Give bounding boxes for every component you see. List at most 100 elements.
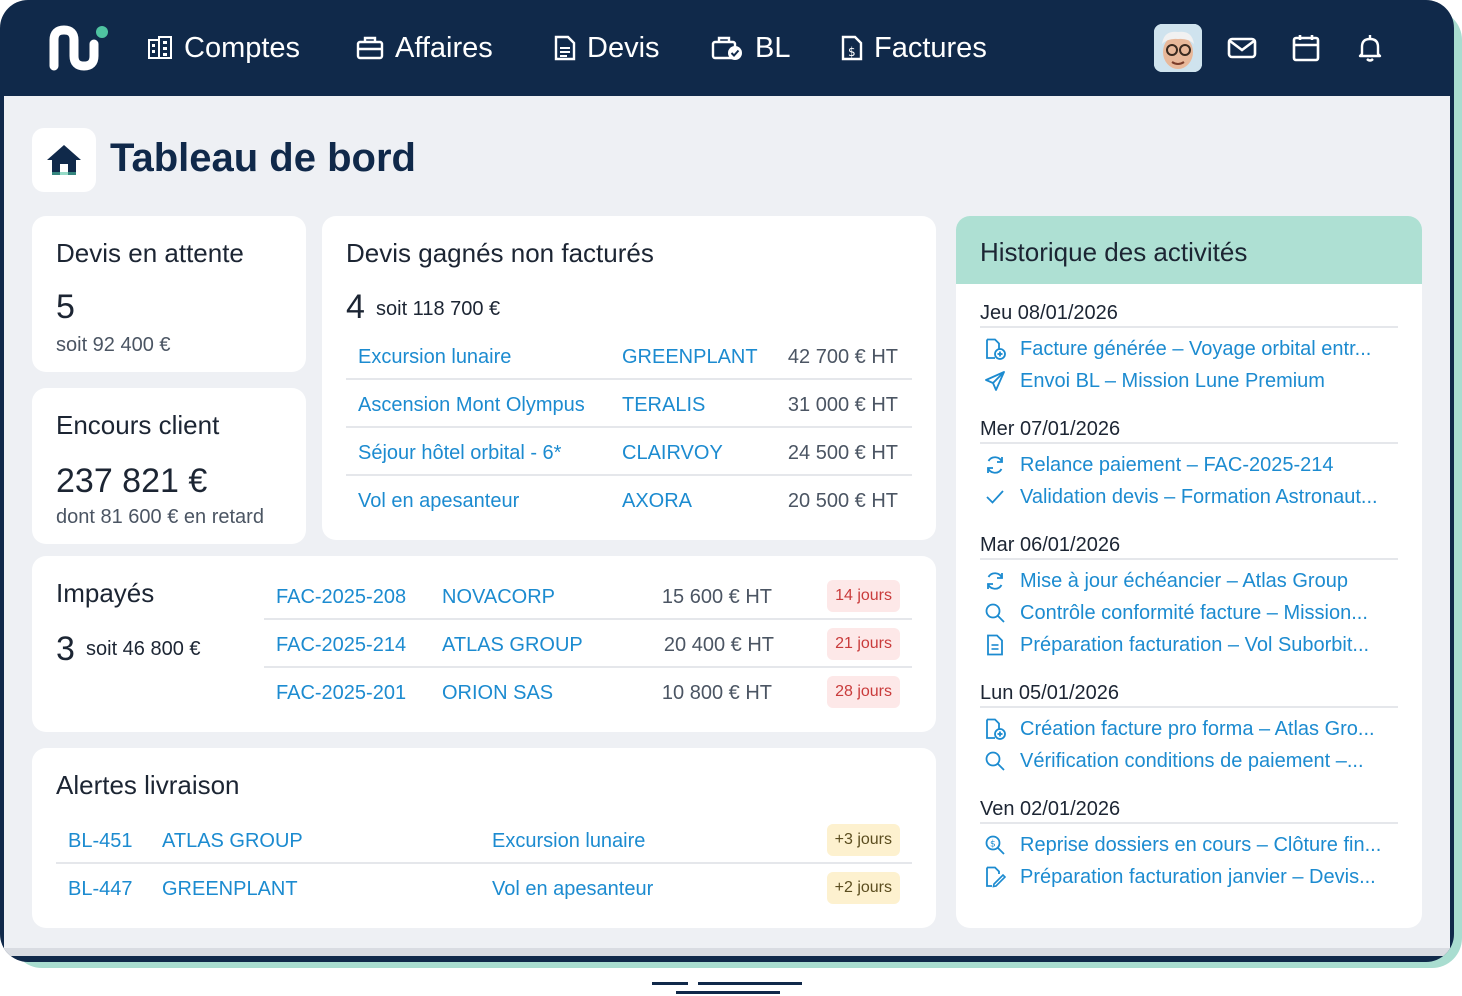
- history-text: Contrôle conformité facture – Mission...: [1020, 601, 1368, 624]
- search-icon: [985, 603, 1005, 623]
- history-text: Préparation facturation janvier – Devis.…: [1020, 865, 1376, 888]
- history-divider: [980, 558, 1398, 560]
- client-link[interactable]: ORION SAS: [442, 682, 553, 705]
- encours-amount: 237 821 €: [56, 462, 208, 500]
- document-icon: [554, 35, 576, 61]
- app-logo[interactable]: [46, 22, 110, 74]
- nav-comptes[interactable]: Comptes: [146, 28, 300, 68]
- card-devis-attente[interactable]: Devis en attente 5 soit 92 400 €: [32, 216, 306, 372]
- card-devis-gagnes: Devis gagnés non facturés 4 soit 118 700…: [322, 216, 936, 540]
- devis-name-link[interactable]: Séjour hôtel orbital - 6*: [358, 442, 561, 465]
- affaire-link[interactable]: Vol en apesanteur: [492, 878, 653, 901]
- row-divider: [346, 426, 912, 428]
- nav-factures[interactable]: $ Factures: [840, 28, 987, 68]
- card-title: Encours client: [56, 410, 220, 440]
- history-text: Relance paiement – FAC-2025-214: [1020, 453, 1334, 476]
- invoice-icon: $: [841, 35, 863, 61]
- affaire-link[interactable]: Excursion lunaire: [492, 830, 645, 853]
- nav-bl[interactable]: BL: [711, 28, 790, 68]
- overdue-badge: 14 jours: [827, 580, 900, 612]
- history-date: Ven 02/01/2026: [980, 798, 1121, 820]
- history-item[interactable]: $ Reprise dossiers en cours – Clôture fi…: [984, 832, 1381, 858]
- history-divider: [980, 706, 1398, 708]
- impayes-total: soit 46 800 €: [86, 638, 201, 660]
- device-stand: [698, 982, 802, 985]
- nav-affaires[interactable]: Affaires: [355, 28, 493, 68]
- amount: 42 700 € HT: [787, 346, 898, 368]
- file-plus-icon: [986, 338, 1006, 360]
- client-link[interactable]: GREENPLANT: [622, 346, 758, 369]
- history-divider: [980, 442, 1398, 444]
- history-text: Mise à jour échéancier – Atlas Group: [1020, 569, 1348, 592]
- history-item[interactable]: Facture générée – Voyage orbital entr...: [984, 336, 1371, 362]
- row-divider: [346, 474, 912, 476]
- history-item[interactable]: Préparation facturation – Vol Suborbit..…: [984, 632, 1369, 658]
- refresh-icon: [987, 456, 1003, 474]
- devis-name-link[interactable]: Vol en apesanteur: [358, 490, 519, 513]
- invoice-ref-link[interactable]: FAC-2025-208: [276, 586, 406, 609]
- check-icon: [986, 490, 1004, 504]
- client-link[interactable]: NOVACORP: [442, 586, 555, 609]
- amount: 24 500 € HT: [787, 442, 898, 464]
- history-item[interactable]: Envoi BL – Mission Lune Premium: [984, 368, 1325, 394]
- invoice-ref-link[interactable]: FAC-2025-201: [276, 682, 406, 705]
- nav-devis[interactable]: Devis: [553, 28, 660, 68]
- history-item[interactable]: Validation devis – Formation Astronaut..…: [984, 484, 1378, 510]
- devis-name-link[interactable]: Excursion lunaire: [358, 346, 511, 369]
- client-link[interactable]: ATLAS GROUP: [442, 634, 583, 657]
- history-item[interactable]: Mise à jour échéancier – Atlas Group: [984, 568, 1348, 594]
- history-item[interactable]: Préparation facturation janvier – Devis.…: [984, 864, 1376, 890]
- history-item[interactable]: Vérification conditions de paiement –...: [984, 748, 1364, 774]
- card-encours-client[interactable]: Encours client 237 821 € dont 81 600 € e…: [32, 388, 306, 544]
- client-link[interactable]: GREENPLANT: [162, 878, 298, 901]
- bl-ref-link[interactable]: BL-447: [68, 878, 133, 901]
- overdue-badge: 21 jours: [827, 628, 900, 660]
- history-text: Validation devis – Formation Astronaut..…: [1020, 485, 1378, 508]
- search-icon: [985, 751, 1005, 771]
- card-impayes: Impayés 3 soit 46 800 € FAC-2025-208 NOV…: [32, 556, 936, 732]
- bl-ref-link[interactable]: BL-451: [68, 830, 133, 853]
- devis-gagnes-count: 4: [346, 288, 365, 326]
- card-title: Impayés: [56, 578, 155, 608]
- devis-name-link[interactable]: Ascension Mont Olympus: [358, 394, 585, 417]
- client-link[interactable]: ATLAS GROUP: [162, 830, 303, 853]
- card-alertes-livraison: Alertes livraison BL-451 ATLAS GROUP Exc…: [32, 748, 936, 928]
- delay-badge: +2 jours: [826, 872, 900, 904]
- devis-attente-count: 5: [56, 288, 75, 326]
- nav-label: Factures: [874, 31, 987, 64]
- history-text: Vérification conditions de paiement –...: [1020, 749, 1364, 772]
- nav-label: BL: [755, 31, 791, 64]
- document-icon: [987, 634, 1003, 656]
- calendar-icon[interactable]: [1290, 32, 1322, 64]
- encours-retard: dont 81 600 € en retard: [56, 506, 264, 528]
- invoice-ref-link[interactable]: FAC-2025-214: [276, 634, 406, 657]
- history-date: Mar 06/01/2026: [980, 534, 1121, 556]
- briefcase-icon: [356, 36, 384, 60]
- history-item[interactable]: Création facture pro forma – Atlas Gro..…: [984, 716, 1375, 742]
- send-icon: [985, 371, 1005, 391]
- search-money-icon: $: [985, 835, 1005, 855]
- history-item[interactable]: Contrôle conformité facture – Mission...: [984, 600, 1368, 626]
- device-stand: [676, 991, 780, 994]
- history-item[interactable]: Relance paiement – FAC-2025-214: [984, 452, 1334, 478]
- amount: 10 800 € HT: [661, 682, 772, 704]
- card-title: Devis en attente: [56, 238, 244, 268]
- refresh-icon: [987, 572, 1003, 590]
- svg-text:$: $: [990, 840, 996, 850]
- client-link[interactable]: TERALIS: [622, 394, 705, 417]
- devis-gagnes-total: soit 118 700 €: [376, 298, 501, 320]
- home-button[interactable]: [32, 128, 96, 192]
- mail-icon[interactable]: [1226, 32, 1258, 64]
- svg-text:$: $: [848, 45, 856, 59]
- row-divider: [264, 618, 912, 620]
- amount: 20 400 € HT: [663, 634, 774, 656]
- client-link[interactable]: CLAIRVOY: [622, 442, 723, 465]
- page-title: Tableau de bord: [110, 136, 416, 180]
- history-divider: [980, 822, 1398, 824]
- card-title: Devis gagnés non facturés: [346, 238, 654, 268]
- bell-icon[interactable]: [1354, 32, 1386, 64]
- user-avatar[interactable]: [1154, 24, 1202, 72]
- devis-attente-total: soit 92 400 €: [56, 334, 171, 356]
- client-link[interactable]: AXORA: [622, 490, 692, 513]
- amount: 15 600 € HT: [661, 586, 772, 608]
